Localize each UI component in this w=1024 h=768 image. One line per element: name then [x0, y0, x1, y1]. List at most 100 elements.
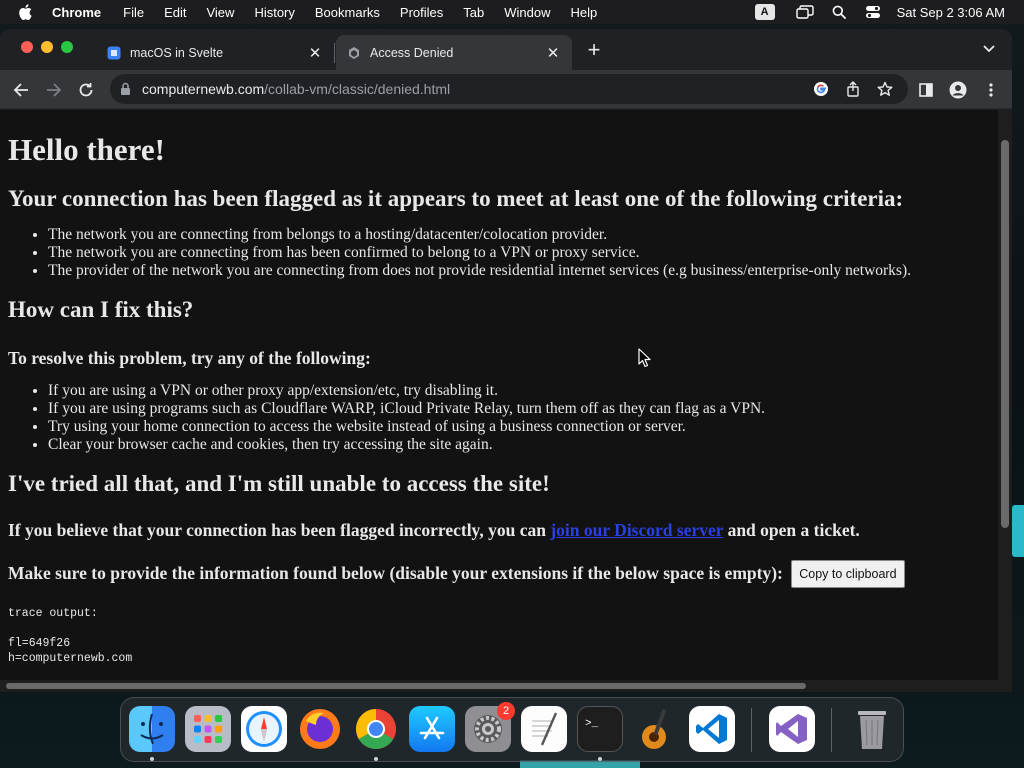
tab-search-chevron-icon[interactable] — [980, 40, 998, 58]
info-paragraph: Make sure to provide the information fou… — [8, 560, 988, 588]
vscode-icon[interactable] — [689, 706, 735, 752]
bookmark-star-icon[interactable] — [876, 80, 894, 98]
side-panel-icon[interactable] — [916, 80, 936, 100]
svg-text:>_: >_ — [585, 718, 599, 730]
input-source-indicator[interactable]: A — [754, 4, 775, 20]
trace-line: fl=649f26 — [8, 637, 71, 650]
collabvm-favicon-icon — [346, 45, 362, 61]
more-menu-icon[interactable] — [981, 80, 1001, 100]
close-tab-icon[interactable]: ✕ — [306, 44, 324, 62]
finder-icon[interactable] — [129, 706, 175, 752]
trace-line: h=computernewb.com — [8, 652, 133, 665]
menu-history[interactable]: History — [254, 5, 294, 20]
launchpad-icon[interactable] — [185, 706, 231, 752]
menu-bookmarks[interactable]: Bookmarks — [315, 5, 380, 20]
address-bar[interactable]: computernewb.com/collab-vm/classic/denie… — [110, 74, 908, 104]
menu-bar: Chrome File Edit View History Bookmarks … — [0, 0, 1024, 24]
horizontal-scrollbar[interactable] — [0, 680, 998, 692]
firefox-icon[interactable] — [297, 706, 343, 752]
menubar-clock[interactable]: Sat Sep 2 3:06 AM — [897, 5, 1005, 20]
garageband-icon[interactable] — [633, 706, 679, 752]
menu-app-name[interactable]: Chrome — [52, 5, 101, 20]
running-indicator — [374, 757, 378, 761]
minimize-window-button[interactable] — [41, 41, 53, 53]
running-indicator — [598, 757, 602, 761]
menu-tab[interactable]: Tab — [463, 5, 484, 20]
menu-profiles[interactable]: Profiles — [400, 5, 443, 20]
menu-file[interactable]: File — [123, 5, 144, 20]
scrollbar-thumb[interactable] — [6, 683, 806, 689]
discord-link[interactable]: join our Discord server — [550, 520, 723, 540]
list-item: The provider of the network you are conn… — [48, 262, 988, 280]
dock: 2 >_ — [120, 697, 904, 762]
url-host: computernewb.com — [142, 81, 265, 97]
page-content: Hello there! Your connection has been fl… — [0, 110, 996, 666]
tab-divider — [334, 43, 335, 63]
dock-separator — [831, 708, 832, 752]
profile-avatar-icon[interactable] — [948, 80, 968, 100]
safari-icon[interactable] — [241, 706, 287, 752]
flagged-text: If you believe that your connection has … — [8, 520, 551, 540]
app-store-icon[interactable] — [409, 706, 455, 752]
browser-toolbar: computernewb.com/collab-vm/classic/denie… — [0, 70, 1012, 109]
new-tab-button[interactable]: + — [582, 37, 606, 62]
trace-output: trace output: fl=649f26 h=computernewb.com — [8, 606, 988, 666]
menu-help[interactable]: Help — [571, 5, 598, 20]
control-center-icon[interactable] — [863, 4, 883, 20]
terminal-icon[interactable]: >_ — [577, 706, 623, 752]
url-path: /collab-vm/classic/denied.html — [264, 81, 451, 97]
share-icon[interactable] — [844, 80, 862, 98]
mouse-cursor-icon — [638, 348, 651, 368]
fix-heading: How can I fix this? — [8, 297, 194, 322]
tab-access-denied[interactable]: Access Denied ✕ — [336, 35, 572, 70]
list-item: Try using your home connection to access… — [48, 418, 988, 436]
criteria-heading: Your connection has been flagged as it a… — [8, 186, 904, 211]
zoom-window-button[interactable] — [61, 41, 73, 53]
url-text[interactable]: computernewb.com/collab-vm/classic/denie… — [142, 81, 450, 97]
dock-separator — [751, 708, 752, 752]
list-item: If you are using programs such as Cloudf… — [48, 400, 988, 418]
vertical-scrollbar[interactable] — [998, 110, 1012, 692]
lock-icon[interactable] — [120, 82, 132, 96]
menu-view[interactable]: View — [206, 5, 234, 20]
list-item: The network you are connecting from belo… — [48, 226, 988, 244]
flagged-paragraph: If you believe that your connection has … — [8, 519, 988, 541]
wallpaper-accent — [1012, 505, 1024, 557]
list-item: Clear your browser cache and cookies, th… — [48, 436, 988, 454]
criteria-list: The network you are connecting from belo… — [48, 226, 988, 280]
trash-icon[interactable] — [849, 706, 895, 752]
close-window-button[interactable] — [21, 41, 33, 53]
scrollbar-thumb[interactable] — [1001, 140, 1009, 528]
textedit-icon[interactable] — [521, 706, 567, 752]
apple-menu-icon[interactable] — [18, 4, 34, 20]
page-viewport: Hello there! Your connection has been fl… — [0, 110, 1012, 692]
close-tab-icon[interactable]: ✕ — [544, 44, 562, 62]
svelte-favicon-icon — [106, 45, 122, 61]
screen-mirroring-icon[interactable] — [795, 4, 815, 20]
running-indicator — [150, 757, 154, 761]
menu-window[interactable]: Window — [504, 5, 550, 20]
tried-heading: I've tried all that, and I'm still unabl… — [8, 471, 550, 496]
chrome-icon[interactable] — [353, 706, 399, 752]
back-arrow-icon[interactable] — [9, 78, 33, 102]
forward-arrow-icon[interactable] — [42, 78, 66, 102]
list-item: If you are using a VPN or other proxy ap… — [48, 382, 988, 400]
google-lens-icon[interactable] — [812, 80, 830, 98]
spotlight-search-icon[interactable] — [829, 4, 849, 20]
menu-edit[interactable]: Edit — [164, 5, 186, 20]
chrome-window: macOS in Svelte ✕ Access Denied ✕ + comp… — [0, 29, 1012, 692]
tab-title: Access Denied — [370, 45, 454, 60]
tab-macos-in-svelte[interactable]: macOS in Svelte ✕ — [96, 35, 334, 70]
resolve-heading: To resolve this problem, try any of the … — [8, 348, 371, 368]
reload-icon[interactable] — [74, 78, 98, 102]
trace-label: trace output: — [8, 607, 98, 620]
visual-studio-icon[interactable] — [769, 706, 815, 752]
tab-strip: macOS in Svelte ✕ Access Denied ✕ + — [0, 29, 1012, 70]
notification-badge: 2 — [497, 702, 515, 720]
copy-to-clipboard-button[interactable]: Copy to clipboard — [791, 560, 905, 588]
fixes-list: If you are using a VPN or other proxy ap… — [48, 382, 988, 454]
system-settings-icon[interactable]: 2 — [465, 702, 515, 752]
flagged-text-end: and open a ticket. — [723, 520, 860, 540]
info-text: Make sure to provide the information fou… — [8, 563, 783, 583]
page-title: Hello there! — [8, 132, 165, 167]
